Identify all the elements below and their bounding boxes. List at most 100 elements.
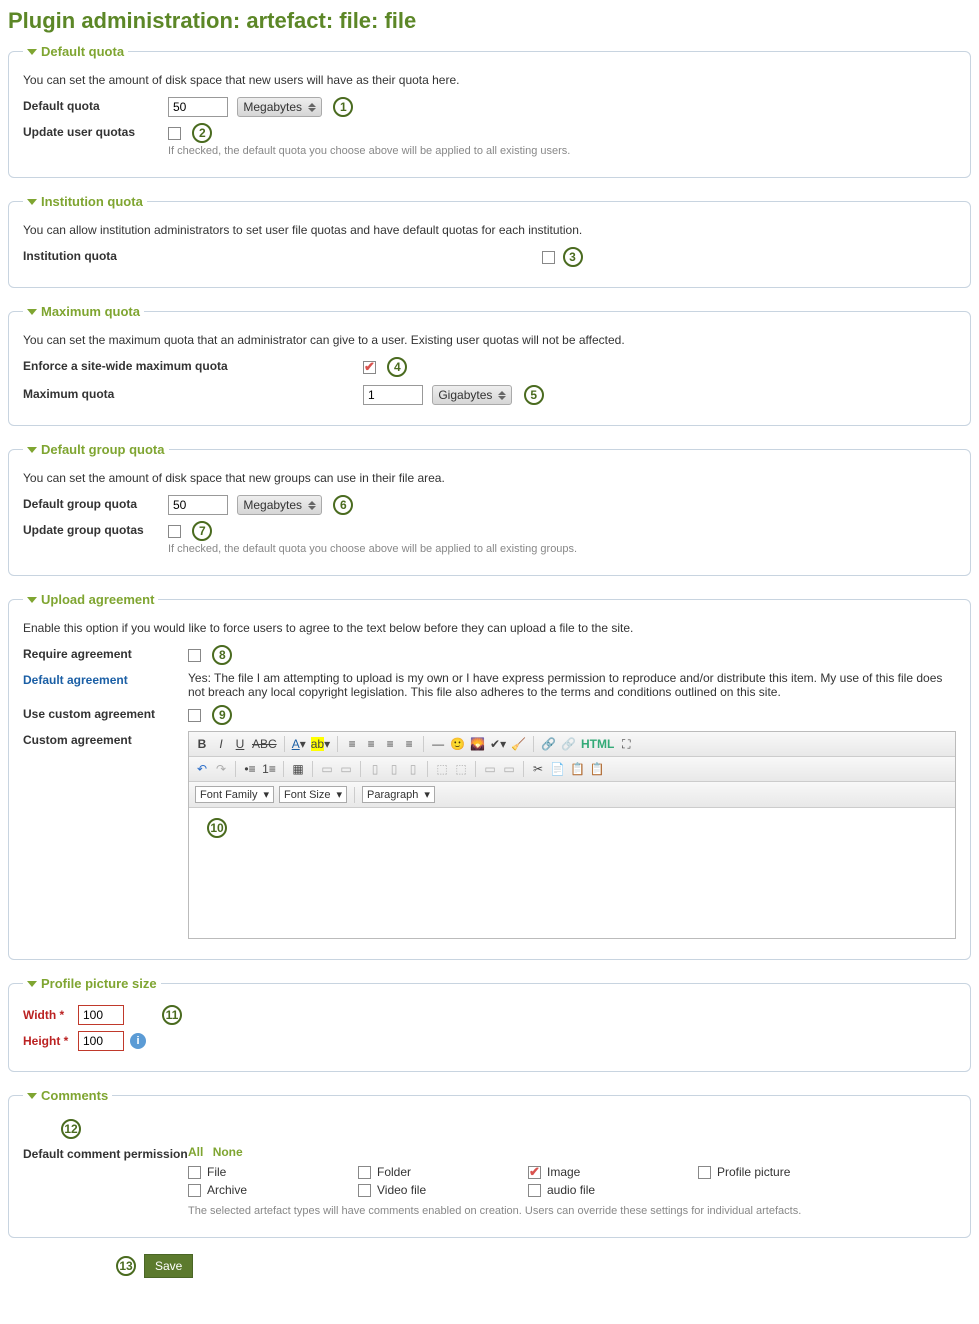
font-size-select[interactable]: Font Size▾: [279, 786, 347, 803]
group-quota-unit-select[interactable]: Megabytes: [237, 495, 322, 515]
upload-agreement-desc: Enable this option if you would like to …: [23, 621, 956, 635]
clear-format-icon[interactable]: 🧹: [511, 737, 526, 751]
unlink-icon[interactable]: 🔗: [561, 737, 576, 751]
comment-checkbox-video-file[interactable]: [358, 1184, 371, 1197]
label-custom-agreement: Custom agreement: [23, 731, 188, 747]
align-center-icon[interactable]: ≡: [364, 737, 378, 751]
institution-quota-checkbox[interactable]: [542, 251, 555, 264]
html-icon[interactable]: HTML: [581, 737, 614, 751]
hr-icon[interactable]: —: [431, 737, 445, 751]
annotation-1: 1: [333, 97, 353, 117]
comment-label: Archive: [207, 1183, 247, 1197]
fieldset-upload-agreement: Upload agreement Enable this option if y…: [8, 592, 971, 960]
chevron-down-icon: [27, 447, 37, 453]
legend-default-group-quota[interactable]: Default group quota: [23, 442, 169, 457]
annotation-13: 13: [116, 1256, 136, 1276]
label-default-comment-permission: Default comment permission: [23, 1145, 188, 1161]
use-custom-agreement-checkbox[interactable]: [188, 709, 201, 722]
legend-upload-agreement[interactable]: Upload agreement: [23, 592, 158, 607]
image-icon[interactable]: 🌄: [470, 737, 485, 751]
comment-label: audio file: [547, 1183, 595, 1197]
legend-comments[interactable]: Comments: [23, 1088, 112, 1103]
comment-checkbox-profile-picture[interactable]: [698, 1166, 711, 1179]
width-input[interactable]: [78, 1005, 124, 1025]
copy-icon[interactable]: 📄: [550, 762, 565, 776]
max-quota-input[interactable]: [363, 385, 423, 405]
split-icon[interactable]: ⬚: [454, 762, 468, 776]
paste-word-icon[interactable]: 📋: [590, 762, 605, 776]
align-justify-icon[interactable]: ≡: [402, 737, 416, 751]
label-institution-quota: Institution quota: [23, 247, 168, 263]
bold-icon[interactable]: B: [195, 737, 209, 751]
row-before-icon[interactable]: ▭: [320, 762, 334, 776]
paste-icon[interactable]: 📋: [570, 762, 585, 776]
emoticon-icon[interactable]: 🙂: [450, 737, 465, 751]
default-quota-input[interactable]: [168, 97, 228, 117]
group-quota-input[interactable]: [168, 495, 228, 515]
rich-text-editor: B I U ABC A▾ ab▾ ≡ ≡ ≡ ≡ — 🙂 🌄 ✔▾: [188, 731, 956, 939]
annotation-4: 4: [387, 357, 407, 377]
comment-option-image: Image: [528, 1165, 698, 1179]
label-max-quota: Maximum quota: [23, 385, 363, 401]
spellcheck-icon[interactable]: ✔▾: [490, 737, 506, 751]
legend-institution-quota[interactable]: Institution quota: [23, 194, 147, 209]
select-all-link[interactable]: All: [188, 1145, 203, 1159]
merge-icon[interactable]: ⬚: [435, 762, 449, 776]
require-agreement-checkbox[interactable]: [188, 649, 201, 662]
comment-option-audio-file: audio file: [528, 1183, 698, 1197]
bullet-list-icon[interactable]: •≡: [243, 762, 257, 776]
chevron-down-icon: [27, 199, 37, 205]
page-title: Plugin administration: artefact: file: f…: [8, 8, 971, 34]
table-icon[interactable]: ▦: [291, 762, 305, 776]
row-props-icon[interactable]: ▭: [483, 762, 497, 776]
info-icon[interactable]: i: [130, 1033, 146, 1049]
editor-content-area[interactable]: 10: [189, 808, 955, 938]
cut-icon[interactable]: ✂: [531, 762, 545, 776]
legend-profile-picture[interactable]: Profile picture size: [23, 976, 161, 991]
label-update-group-quotas: Update group quotas: [23, 521, 168, 537]
comment-checkbox-folder[interactable]: [358, 1166, 371, 1179]
comment-checkbox-file[interactable]: [188, 1166, 201, 1179]
default-quota-desc: You can set the amount of disk space tha…: [23, 73, 956, 87]
label-default-agreement[interactable]: Default agreement: [23, 671, 188, 687]
paragraph-format-select[interactable]: Paragraph▾: [362, 786, 435, 803]
strike-icon[interactable]: ABC: [252, 737, 277, 751]
maximum-quota-desc: You can set the maximum quota that an ad…: [23, 333, 956, 347]
italic-icon[interactable]: I: [214, 737, 228, 751]
align-left-icon[interactable]: ≡: [345, 737, 359, 751]
underline-icon[interactable]: U: [233, 737, 247, 751]
legend-default-quota[interactable]: Default quota: [23, 44, 128, 59]
redo-icon[interactable]: ↷: [214, 762, 228, 776]
label-height: Height *: [23, 1034, 78, 1048]
comment-checkbox-archive[interactable]: [188, 1184, 201, 1197]
link-icon[interactable]: 🔗: [541, 737, 556, 751]
annotation-8: 8: [212, 645, 232, 665]
comment-checkbox-image[interactable]: [528, 1166, 541, 1179]
save-button[interactable]: Save: [144, 1254, 193, 1278]
number-list-icon[interactable]: 1≡: [262, 762, 276, 776]
max-quota-unit-select[interactable]: Gigabytes: [432, 385, 512, 405]
delete-col-icon[interactable]: ▯: [406, 762, 420, 776]
annotation-2: 2: [192, 123, 212, 143]
undo-icon[interactable]: ↶: [195, 762, 209, 776]
align-right-icon[interactable]: ≡: [383, 737, 397, 751]
select-none-link[interactable]: None: [213, 1145, 243, 1159]
col-before-icon[interactable]: ▯: [368, 762, 382, 776]
update-user-quotas-checkbox[interactable]: [168, 127, 181, 140]
comment-label: Profile picture: [717, 1165, 790, 1179]
font-color-icon[interactable]: A▾: [292, 737, 306, 751]
enforce-max-checkbox[interactable]: [363, 361, 376, 374]
font-family-select[interactable]: Font Family▾: [195, 786, 274, 803]
col-after-icon[interactable]: ▯: [387, 762, 401, 776]
comment-checkbox-audio-file[interactable]: [528, 1184, 541, 1197]
default-quota-unit-select[interactable]: Megabytes: [237, 97, 322, 117]
height-input[interactable]: [78, 1031, 124, 1051]
cell-props-icon[interactable]: ▭: [502, 762, 516, 776]
update-group-quotas-checkbox[interactable]: [168, 525, 181, 538]
comment-option-archive: Archive: [188, 1183, 358, 1197]
highlight-icon[interactable]: ab▾: [311, 737, 330, 751]
annotation-12: 12: [61, 1119, 81, 1139]
legend-maximum-quota[interactable]: Maximum quota: [23, 304, 144, 319]
row-after-icon[interactable]: ▭: [339, 762, 353, 776]
fullscreen-icon[interactable]: ⛶: [619, 737, 633, 752]
